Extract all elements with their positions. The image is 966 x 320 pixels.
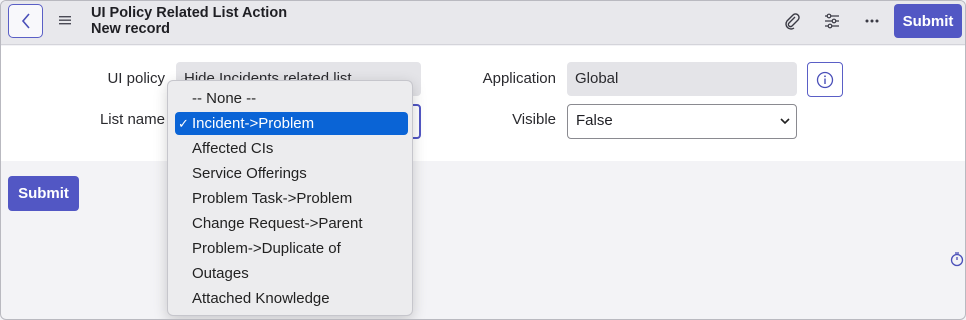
application-label: Application xyxy=(482,70,556,87)
list-name-dropdown: -- None -- ✓ Incident->Problem Affected … xyxy=(167,80,413,316)
attachment-button[interactable] xyxy=(782,11,802,31)
visible-select-value: False xyxy=(576,112,613,129)
chevron-down-icon xyxy=(780,118,790,125)
dropdown-option[interactable]: Attached Knowledge xyxy=(175,287,408,310)
dropdown-option[interactable]: Outages xyxy=(175,262,408,285)
visible-label: Visible xyxy=(512,111,556,128)
visible-select[interactable]: False xyxy=(567,104,797,139)
form-body: UI policy Hide Incidents related list Li… xyxy=(1,46,965,161)
dropdown-option[interactable]: Problem->Duplicate of xyxy=(175,237,408,260)
attachment-icon xyxy=(785,13,800,30)
more-icon xyxy=(865,19,879,23)
dropdown-option[interactable]: Change Request->Parent xyxy=(175,212,408,235)
timer-icon[interactable] xyxy=(949,251,965,267)
dropdown-option[interactable]: Service Offerings xyxy=(175,162,408,185)
personalize-button[interactable] xyxy=(822,11,842,31)
dropdown-option[interactable]: -- None -- xyxy=(175,87,408,110)
dropdown-option[interactable]: Affected CIs xyxy=(175,137,408,160)
dropdown-option-label: Incident->Problem xyxy=(192,115,315,132)
settings-sliders-icon xyxy=(825,13,839,29)
checkmark-icon: ✓ xyxy=(178,116,189,131)
dropdown-option-selected[interactable]: ✓ Incident->Problem xyxy=(175,112,408,135)
menu-icon[interactable] xyxy=(58,13,72,27)
back-icon xyxy=(21,13,30,29)
application-field[interactable]: Global xyxy=(567,62,797,96)
submit-button-footer[interactable]: Submit xyxy=(8,176,79,211)
info-icon xyxy=(816,71,834,88)
app-window: UI Policy Related List Action New record… xyxy=(0,0,966,320)
page-title: UI Policy Related List Action New record xyxy=(91,5,287,37)
submit-button-header[interactable]: Submit xyxy=(894,4,962,38)
form-header: UI Policy Related List Action New record… xyxy=(1,1,965,45)
list-name-label: List name xyxy=(99,111,165,128)
ui-policy-label: UI policy xyxy=(107,70,165,87)
more-button[interactable] xyxy=(862,11,882,31)
form-subtitle: New record xyxy=(91,21,170,37)
info-button[interactable] xyxy=(807,62,843,97)
dropdown-option[interactable]: Problem Task->Problem xyxy=(175,187,408,210)
form-title: UI Policy Related List Action xyxy=(91,5,288,21)
back-button[interactable] xyxy=(8,4,43,38)
